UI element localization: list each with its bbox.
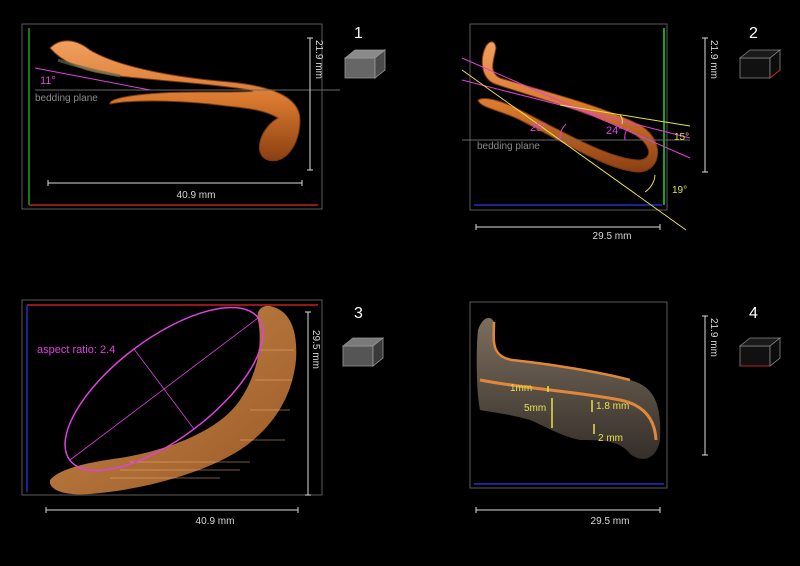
panel-3-orientation-cube	[341, 337, 385, 367]
panel-1-orientation-cube	[343, 49, 387, 79]
panel-4-width-scale	[475, 507, 661, 513]
panel-4-label-18mm: 1.8 mm	[596, 401, 629, 412]
panel-3-minor-axis	[133, 348, 195, 430]
panel-4-height-label: 21.9 mm	[708, 318, 719, 357]
panel-2-angle-25: 25°	[530, 122, 547, 134]
panel-2-angle-19: 19°	[672, 185, 687, 196]
panel-1-height-label: 21.9 mm	[313, 40, 324, 79]
panel-2-height-scale	[702, 37, 708, 173]
panel-4-label-1mm: 1mm	[510, 383, 532, 394]
panel-3-height-label: 29.5 mm	[310, 330, 321, 369]
panel-3-width-label: 40.9 mm	[196, 516, 235, 527]
panel-2-bedding-label: bedding plane	[477, 141, 540, 152]
panel-1: bedding plane 11° 40.9 mm 21.9 mm 1	[21, 23, 387, 210]
panel-2: bedding plane 25° 24° 15° 19° 29.5 mm 21…	[461, 23, 782, 242]
figure-canvas: bedding plane 11° 40.9 mm 21.9 mm 1 bedd…	[21, 23, 782, 527]
panel-1-number: 1	[354, 25, 363, 42]
panel-2-number: 2	[749, 25, 758, 42]
panel-3-aspect-label: aspect ratio: 2.4	[37, 344, 115, 356]
panel-4-specimen	[476, 317, 661, 459]
panel-3-number: 3	[354, 305, 363, 322]
panel-4-number: 4	[749, 305, 758, 322]
panel-2-height-label: 21.9 mm	[708, 40, 719, 79]
panel-1-width-scale	[47, 180, 303, 186]
panel-2-width-scale	[475, 224, 661, 230]
panel-4-height-scale	[702, 315, 708, 456]
panel-4-width-label: 29.5 mm	[591, 516, 630, 527]
panel-2-frame	[469, 23, 668, 211]
panel-1-height-scale	[307, 37, 313, 171]
panel-4-label-5mm: 5mm	[524, 403, 546, 414]
panel-3-width-scale	[45, 507, 299, 513]
panel-2-angle-24: 24°	[606, 125, 623, 137]
panel-4-label-2mm: 2 mm	[598, 433, 623, 444]
panel-2-width-label: 29.5 mm	[593, 231, 632, 242]
panel-1-bedding-label: bedding plane	[35, 93, 98, 104]
panel-1-width-label: 40.9 mm	[177, 190, 216, 201]
panel-3-specimen	[49, 305, 297, 495]
panel-2-orientation-cube	[738, 49, 782, 79]
panel-2-angle-15: 15°	[674, 132, 689, 143]
panel-1-angle-label: 11°	[40, 75, 56, 87]
panel-4: 1mm 5mm 1.8 mm 2 mm 29.5 mm 21.9 mm 4	[469, 301, 782, 527]
panel-2-arc-19	[644, 174, 656, 193]
panel-4-orientation-cube	[738, 337, 782, 367]
panel-3: aspect ratio: 2.4 40.9 mm 29.5 mm 3	[21, 299, 385, 527]
